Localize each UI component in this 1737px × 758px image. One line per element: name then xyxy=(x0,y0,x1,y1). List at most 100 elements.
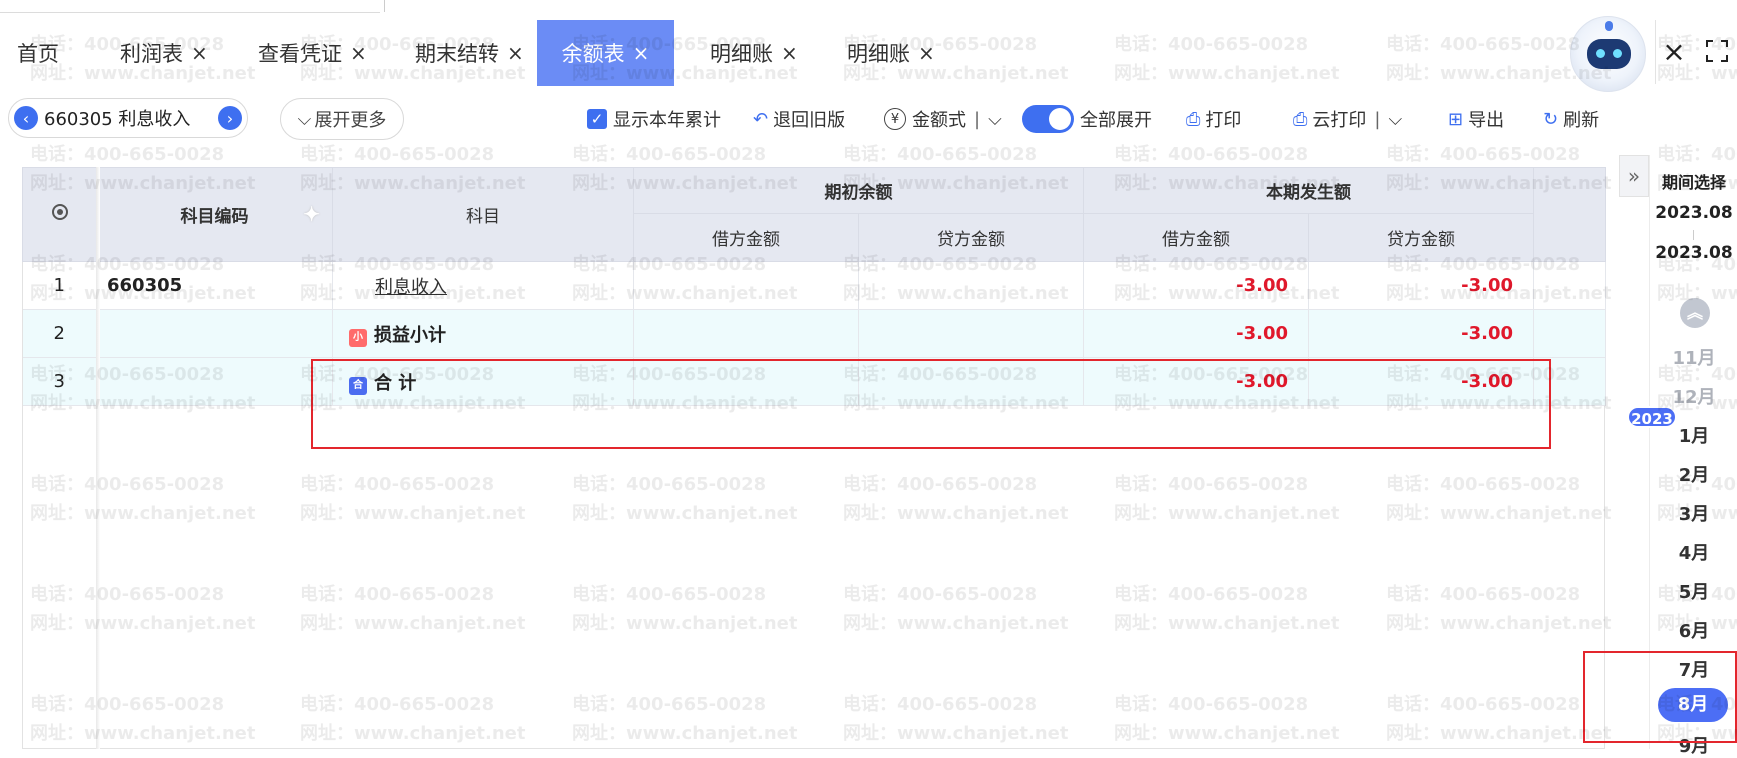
tab-label: 明细账 xyxy=(710,42,773,66)
row-open-credit xyxy=(858,309,1084,358)
month-item[interactable]: 5月 xyxy=(1650,578,1737,604)
tab-label: 明细账 xyxy=(847,42,910,66)
cloud-printer-icon: ⎙ xyxy=(1293,108,1308,130)
annotation-box-total-row xyxy=(311,359,1551,449)
export-label: 导出 xyxy=(1468,110,1505,131)
header-subject: 科目 xyxy=(332,167,634,262)
tab-balance-sheet[interactable]: 余额表 × xyxy=(537,20,674,86)
header-account-code: 科目编码 ✦ xyxy=(96,167,333,262)
year-badge: 2023 xyxy=(1627,406,1677,428)
row-current-debit: -3.00 xyxy=(1083,309,1309,358)
show-year-total-label: 显示本年累计 xyxy=(613,110,721,131)
tab-close-icon[interactable]: × xyxy=(350,41,367,65)
header-extra xyxy=(1533,167,1606,262)
month-item[interactable]: 11月 xyxy=(1650,344,1737,370)
robot-eye xyxy=(1596,49,1605,58)
scroll-up-icon[interactable]: ︽ xyxy=(1680,298,1710,328)
table-row[interactable]: 1 660305 利息收入 -3.00 -3.00 xyxy=(22,261,1606,310)
annotation-box-selected-month xyxy=(1583,651,1737,743)
collapse-panel-icon[interactable]: » xyxy=(1619,155,1649,197)
toggle-switch-on[interactable] xyxy=(1022,105,1074,133)
fullscreen-icon[interactable] xyxy=(1706,40,1728,62)
month-item[interactable]: 3月 xyxy=(1650,500,1737,526)
tab-view-voucher[interactable]: 查看凭证 × xyxy=(258,20,367,86)
expand-more-button[interactable]: ⌵ 展开更多 xyxy=(280,98,404,140)
gear-icon[interactable] xyxy=(51,204,68,220)
close-window-icon[interactable]: × xyxy=(1660,34,1688,70)
chevron-left-icon[interactable]: ‹ xyxy=(14,106,38,130)
month-item[interactable]: 4月 xyxy=(1650,539,1737,565)
tab-close-icon[interactable]: × xyxy=(918,41,935,65)
row-current-credit: -3.00 xyxy=(1308,309,1534,358)
header-current-debit: 借方金额 xyxy=(1083,213,1309,262)
account-selector[interactable]: ‹ 660305 利息收入 › xyxy=(8,98,248,138)
print-label: 打印 xyxy=(1205,110,1242,131)
subtotal-tag-icon: 小 xyxy=(349,328,367,347)
undo-icon: ↶ xyxy=(753,108,769,130)
refresh-button[interactable]: ↻ 刷新 xyxy=(1543,104,1599,134)
show-year-total-checkbox[interactable]: ✓ 显示本年累计 xyxy=(587,104,721,134)
cloud-print-dropdown[interactable]: ⎙ 云打印 | ⌵ xyxy=(1293,104,1402,134)
top-strip xyxy=(0,0,1737,20)
row-seq: 1 xyxy=(22,261,97,310)
watermark-phone: 电话：400-665-0028 xyxy=(1386,144,1581,165)
fixed-column-shadow xyxy=(96,167,100,749)
subject-link[interactable]: 利息收入 xyxy=(375,277,447,298)
amount-format-label: 金额式 xyxy=(912,110,966,131)
assistant-robot-icon[interactable] xyxy=(1570,16,1646,92)
column-settings-header[interactable] xyxy=(22,167,97,262)
export-button[interactable]: ⊞ 导出 xyxy=(1448,104,1504,134)
tab-profit-statement[interactable]: 利润表 × xyxy=(120,20,208,86)
tab-close-icon[interactable]: × xyxy=(781,41,798,65)
row-extra xyxy=(1533,261,1606,310)
period-range-divider xyxy=(1693,230,1694,240)
print-button[interactable]: ⎙ 打印 xyxy=(1186,104,1241,134)
chevron-down-icon: ⌵ xyxy=(1388,108,1403,130)
chevron-down-icon: ⌵ xyxy=(988,108,1002,130)
top-divider xyxy=(384,0,385,12)
header-opening-credit: 贷方金额 xyxy=(858,213,1084,262)
row-code: 660305 xyxy=(96,261,333,310)
checkbox-checked-icon: ✓ xyxy=(587,109,607,129)
window-controls-divider xyxy=(1655,20,1656,84)
month-item[interactable]: 6月 xyxy=(1650,617,1737,643)
month-item[interactable]: 2月 xyxy=(1650,461,1737,487)
tab-home[interactable]: 首页 xyxy=(17,20,59,86)
row-code xyxy=(96,309,333,358)
tab-period-end-transfer[interactable]: 期末结转 × xyxy=(415,20,524,86)
watermark-phone: 电话：400-665-0028 xyxy=(300,144,495,165)
robot-antenna xyxy=(1605,21,1613,31)
expand-all-toggle[interactable]: 全部展开 xyxy=(1022,104,1152,134)
period-end[interactable]: 2023.08 xyxy=(1650,243,1737,263)
row-current-debit: -3.00 xyxy=(1083,261,1309,310)
row-open-debit xyxy=(633,309,859,358)
revert-old-label: 退回旧版 xyxy=(773,110,846,131)
expand-more-label: 展开更多 xyxy=(314,110,387,131)
header-current-credit: 贷方金额 xyxy=(1308,213,1534,262)
revert-old-version-button[interactable]: ↶ 退回旧版 xyxy=(753,104,845,134)
watermark-phone: 电话：400-665-0028 xyxy=(1114,144,1309,165)
row-code xyxy=(96,357,333,406)
tab-ledger-detail-2[interactable]: 明细账 × xyxy=(847,20,935,86)
tab-close-icon[interactable]: × xyxy=(507,41,524,65)
account-selector-label: 660305 利息收入 xyxy=(44,109,191,130)
amount-format-dropdown[interactable]: ¥ 金额式 | ⌵ xyxy=(884,104,1002,134)
chevron-down-icon: ⌵ xyxy=(297,108,312,130)
table-row[interactable]: 2 小损益小计 -3.00 -3.00 xyxy=(22,309,1606,358)
robot-face xyxy=(1587,39,1631,69)
pin-icon[interactable]: ✦ xyxy=(303,202,320,226)
header-current-amount: 本期发生额 xyxy=(1083,167,1534,214)
dropdown-divider: | xyxy=(1374,108,1381,130)
period-selector-title: 期间选择 xyxy=(1661,173,1726,192)
tab-close-icon[interactable]: × xyxy=(633,41,650,65)
tab-close-icon[interactable]: × xyxy=(191,41,208,65)
subject-label: 损益小计 xyxy=(374,324,446,346)
row-seq: 3 xyxy=(22,357,97,406)
dropdown-divider: | xyxy=(974,108,981,130)
period-start[interactable]: 2023.08 xyxy=(1650,203,1737,223)
row-subject-link[interactable]: 利息收入 xyxy=(332,261,634,310)
tab-label: 期末结转 xyxy=(415,42,499,66)
tab-ledger-detail-1[interactable]: 明细账 × xyxy=(710,20,798,86)
chevron-right-icon[interactable]: › xyxy=(218,106,242,130)
export-icon: ⊞ xyxy=(1448,108,1464,130)
